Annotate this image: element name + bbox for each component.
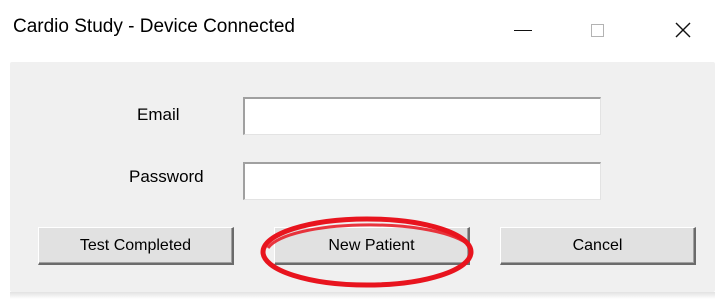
close-button[interactable] [660,8,706,52]
minimize-button[interactable] [500,8,546,52]
dialog-body: Email Password Test Completed New Patien… [10,62,715,292]
dialog-window: Cardio Study - Device Connected Email Pa… [0,0,720,299]
password-label: Password [129,167,204,186]
password-field[interactable] [243,162,601,200]
window-title: Cardio Study - Device Connected [13,16,295,37]
title-bar[interactable]: Cardio Study - Device Connected [0,0,720,62]
email-field[interactable] [243,97,601,135]
maximize-button[interactable] [574,8,620,52]
close-icon [675,22,691,38]
window-shadow [10,292,715,299]
new-patient-button[interactable]: New Patient [274,227,470,265]
email-label: Email [137,105,180,124]
maximize-icon [590,23,604,37]
test-completed-button[interactable]: Test Completed [38,227,234,265]
minimize-icon [514,29,532,31]
cancel-button[interactable]: Cancel [500,227,696,265]
